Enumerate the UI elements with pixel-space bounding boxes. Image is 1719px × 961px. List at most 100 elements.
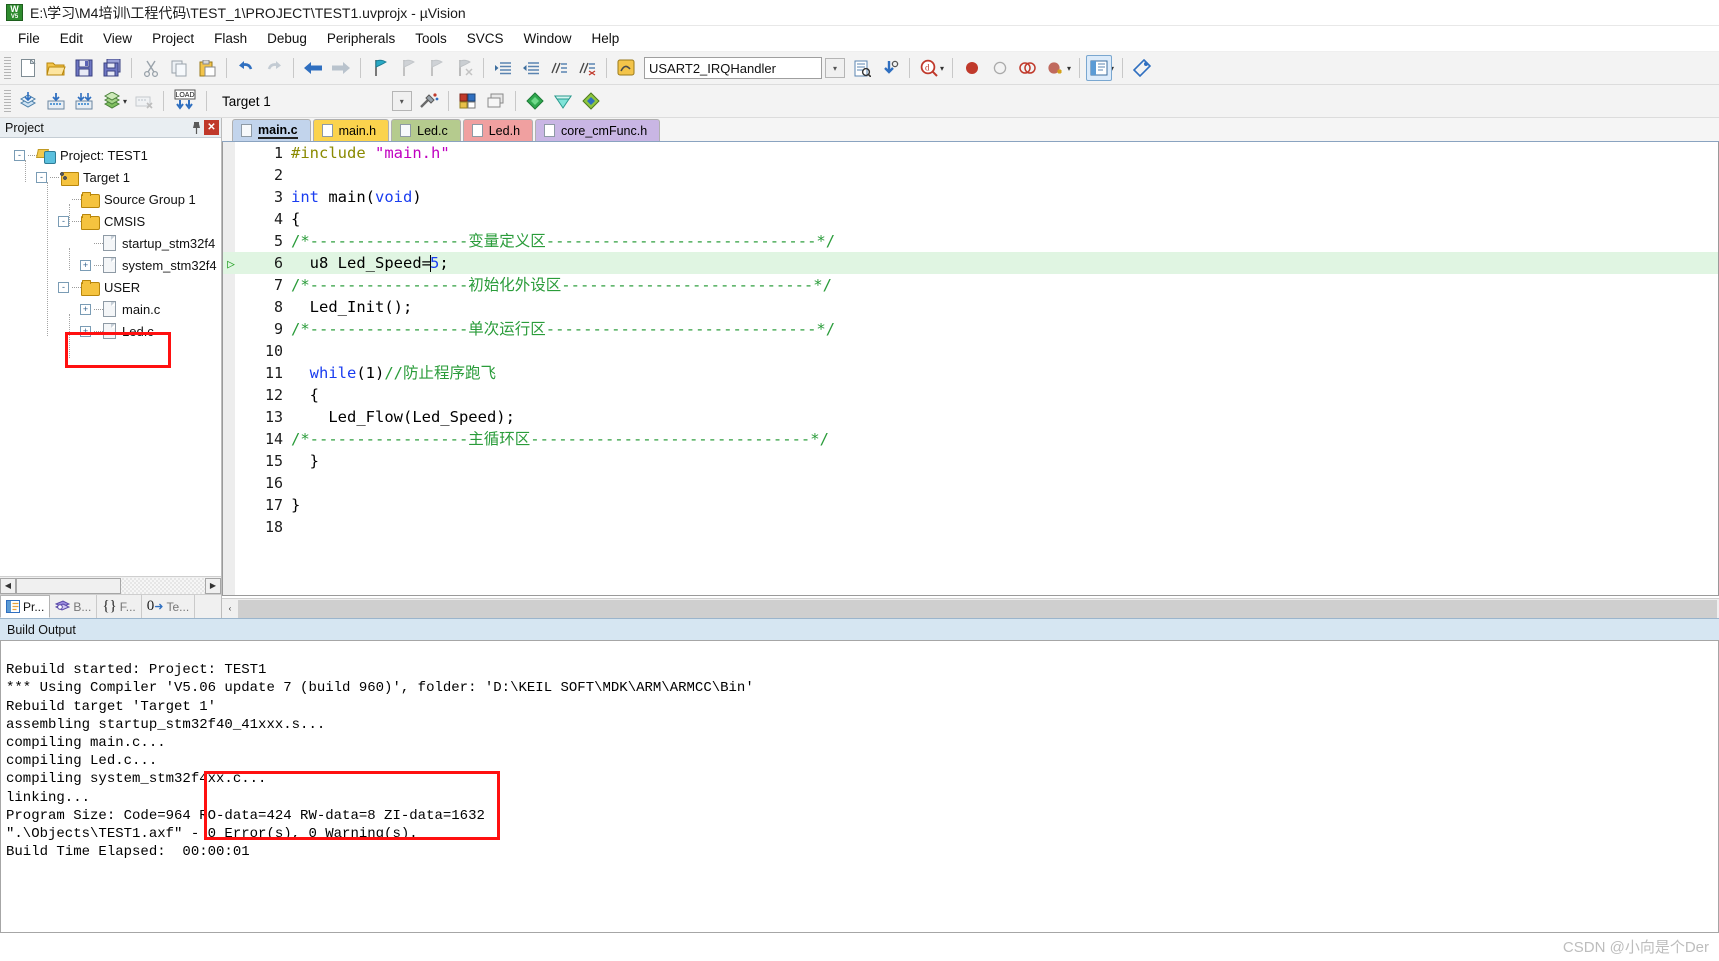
- menu-tools[interactable]: Tools: [405, 28, 457, 49]
- tree-node-led-c[interactable]: + Led.c: [0, 320, 221, 342]
- copy-icon[interactable]: [166, 55, 192, 81]
- scrollbar-thumb[interactable]: [238, 599, 1717, 618]
- toolbar-grip[interactable]: [4, 90, 11, 112]
- panel-tab-books[interactable]: B...: [50, 595, 98, 618]
- menu-flash[interactable]: Flash: [204, 28, 257, 49]
- undo-icon[interactable]: [233, 55, 259, 81]
- code-line[interactable]: 13 Led_Flow(Led_Speed);: [223, 406, 1718, 428]
- bookmark-toggle-icon[interactable]: [367, 55, 393, 81]
- manage-project-items-icon[interactable]: [455, 88, 481, 114]
- panel-tab-project[interactable]: Pr...: [0, 595, 51, 618]
- cut-icon[interactable]: [138, 55, 164, 81]
- menu-window[interactable]: Window: [513, 28, 581, 49]
- menu-peripherals[interactable]: Peripherals: [317, 28, 405, 49]
- menu-file[interactable]: File: [8, 28, 50, 49]
- indent-icon[interactable]: [490, 55, 516, 81]
- outdent-icon[interactable]: [518, 55, 544, 81]
- code-line[interactable]: 1 #include "main.h": [223, 142, 1718, 164]
- menu-edit[interactable]: Edit: [50, 28, 93, 49]
- function-navigation-combo[interactable]: USART2_IRQHandler: [644, 57, 822, 79]
- code-line-current[interactable]: ▷ 6 u8 Led_Speed=5;: [223, 252, 1718, 274]
- tree-node-cmsis[interactable]: - CMSIS: [0, 210, 221, 232]
- code-line[interactable]: 11 while(1)//防止程序跑飞: [223, 362, 1718, 384]
- breakpoint-insert-icon[interactable]: [959, 55, 985, 81]
- tree-toggle-icon[interactable]: +: [80, 325, 91, 337]
- target-options-icon[interactable]: [416, 88, 442, 114]
- code-line[interactable]: 3 int main(void): [223, 186, 1718, 208]
- chevron-down-icon[interactable]: ▾: [391, 91, 412, 111]
- comment-icon[interactable]: [546, 55, 572, 81]
- build-icon[interactable]: [43, 88, 69, 114]
- panel-tab-functions[interactable]: {} F...: [97, 595, 142, 618]
- menu-svcs[interactable]: SVCS: [457, 28, 514, 49]
- tree-node-source-group-1[interactable]: Source Group 1: [0, 188, 221, 210]
- code-content[interactable]: 1 #include "main.h" 2 3 int main(void) 4…: [223, 142, 1718, 538]
- code-line[interactable]: 18: [223, 516, 1718, 538]
- close-icon[interactable]: ✕: [204, 120, 219, 135]
- browse-info-icon[interactable]: [849, 55, 875, 81]
- code-line[interactable]: 16: [223, 472, 1718, 494]
- save-icon[interactable]: [71, 55, 97, 81]
- configuration-wizard-icon[interactable]: [578, 88, 604, 114]
- code-line[interactable]: 15 }: [223, 450, 1718, 472]
- find-icon[interactable]: d: [916, 55, 942, 81]
- scrollbar-track[interactable]: [16, 577, 205, 594]
- code-line[interactable]: 7 /*-----------------初始化外设区-------------…: [223, 274, 1718, 296]
- tree-toggle-icon[interactable]: -: [14, 149, 25, 161]
- editor-tab-main-c[interactable]: main.c: [232, 119, 311, 141]
- project-tree-horizontal-scrollbar[interactable]: ◀ ▶: [0, 576, 221, 594]
- code-line[interactable]: 2: [223, 164, 1718, 186]
- code-editor[interactable]: 1 #include "main.h" 2 3 int main(void) 4…: [222, 142, 1719, 596]
- pack-installer-icon[interactable]: [522, 88, 548, 114]
- batch-build-icon[interactable]: [99, 88, 125, 114]
- download-icon[interactable]: LOAD: [170, 88, 200, 114]
- tree-node-user[interactable]: - USER: [0, 276, 221, 298]
- toolbar-grip[interactable]: [4, 57, 11, 79]
- bookmark-prev-icon[interactable]: [395, 55, 421, 81]
- breakpoint-disable-icon[interactable]: [987, 55, 1013, 81]
- stop-build-icon[interactable]: [131, 88, 157, 114]
- scroll-left-arrow[interactable]: ‹: [222, 601, 238, 617]
- breakpoint-disable-all-icon[interactable]: [1043, 55, 1069, 81]
- editor-tab-core-cmfunc-h[interactable]: core_cmFunc.h: [535, 119, 661, 141]
- menu-view[interactable]: View: [93, 28, 142, 49]
- navigate-forward-icon[interactable]: [328, 55, 354, 81]
- scrollbar-thumb[interactable]: [16, 577, 121, 594]
- redo-icon[interactable]: [261, 55, 287, 81]
- code-line[interactable]: 10: [223, 340, 1718, 362]
- code-line[interactable]: 5 /*-----------------变量定义区--------------…: [223, 230, 1718, 252]
- menu-help[interactable]: Help: [582, 28, 630, 49]
- paste-icon[interactable]: [194, 55, 220, 81]
- translate-icon[interactable]: [15, 88, 41, 114]
- editor-tab-main-h[interactable]: main.h: [312, 119, 390, 141]
- code-line[interactable]: 9 /*-----------------单次运行区--------------…: [223, 318, 1718, 340]
- panel-tab-templates[interactable]: 0 ➜ Te...: [142, 595, 196, 618]
- tree-node-main-c[interactable]: + main.c: [0, 298, 221, 320]
- chevron-down-icon[interactable]: ▾: [825, 58, 845, 78]
- code-line[interactable]: 12 {: [223, 384, 1718, 406]
- save-all-icon[interactable]: [99, 55, 125, 81]
- scroll-left-arrow[interactable]: ◀: [0, 577, 16, 594]
- bookmark-next-icon[interactable]: [423, 55, 449, 81]
- build-output-text[interactable]: Rebuild started: Project: TEST1 *** Usin…: [0, 640, 1719, 933]
- configuration-wizard-icon[interactable]: [1129, 55, 1155, 81]
- tree-node-target[interactable]: - Target 1: [0, 166, 221, 188]
- menu-project[interactable]: Project: [142, 28, 204, 49]
- code-line[interactable]: 4 {: [223, 208, 1718, 230]
- tree-node-startup-file[interactable]: startup_stm32f4: [0, 232, 221, 254]
- project-tree[interactable]: - Project: TEST1 - Target 1 Source Group…: [0, 138, 221, 576]
- tree-toggle-icon[interactable]: -: [58, 215, 69, 227]
- tree-toggle-icon[interactable]: -: [36, 171, 47, 183]
- target-selector-value[interactable]: Target 1: [212, 94, 281, 109]
- multi-project-icon[interactable]: [483, 88, 509, 114]
- editor-tab-led-c[interactable]: Led.c: [391, 119, 461, 141]
- editor-horizontal-scrollbar[interactable]: ‹: [222, 598, 1719, 618]
- tree-node-project[interactable]: - Project: TEST1: [0, 144, 221, 166]
- open-file-icon[interactable]: [43, 55, 69, 81]
- tree-node-system-file[interactable]: + system_stm32f4: [0, 254, 221, 276]
- uncomment-icon[interactable]: [574, 55, 600, 81]
- configure-windows-icon[interactable]: [1086, 55, 1113, 81]
- find-in-files-icon[interactable]: [877, 55, 903, 81]
- breakpoint-kill-all-icon[interactable]: [1015, 55, 1041, 81]
- pin-icon[interactable]: [189, 120, 204, 135]
